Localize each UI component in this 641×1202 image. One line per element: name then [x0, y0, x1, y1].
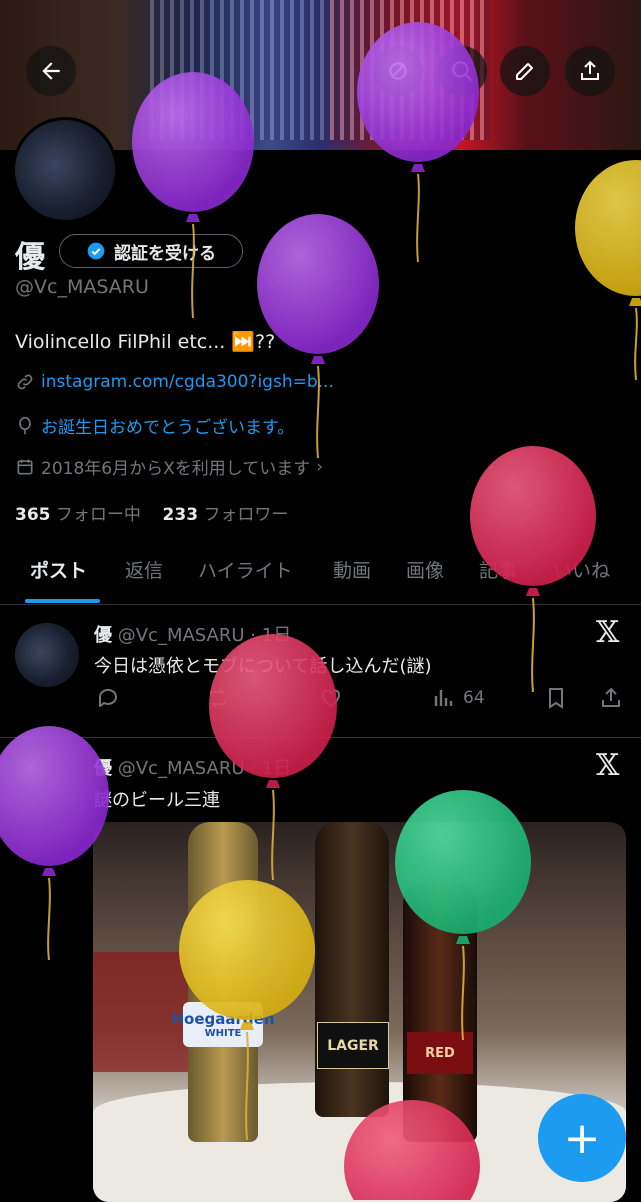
- repost-button[interactable]: [206, 686, 230, 710]
- following-count: 365: [15, 505, 51, 525]
- reply-icon: [98, 688, 117, 707]
- profile-handle: @Vc_MASARU: [15, 276, 149, 298]
- following-link[interactable]: 365 フォロー中: [15, 505, 141, 525]
- post-time: 1日: [261, 758, 292, 779]
- bottle-hoegaarden: [188, 822, 258, 1142]
- label-hoegaarden: Hoegaarden WHITE: [172, 1002, 275, 1047]
- tab-videos[interactable]: 動画: [333, 556, 371, 583]
- profile-link-row[interactable]: instagram.com/cgda300?igsh=b...: [15, 372, 334, 392]
- following-label: フォロー中: [55, 505, 141, 525]
- x-logo-icon: 𝕏: [596, 748, 620, 783]
- post-header: 優 @Vc_MASARU · 1日: [94, 754, 291, 780]
- post-author-name: 優: [94, 625, 112, 646]
- repost-icon: [210, 688, 226, 708]
- share-icon: [581, 60, 599, 80]
- post-text: 今日は憑依とモブについて話し込んだ(謎): [94, 656, 432, 677]
- heart-icon: [322, 689, 340, 708]
- label-red: RED: [407, 1032, 473, 1074]
- post-author-name: 優: [94, 758, 112, 779]
- share-icon: [602, 687, 620, 707]
- post-actions: 64: [94, 686, 624, 716]
- post-separator: ·: [250, 625, 257, 646]
- post-author-handle: @Vc_MASARU: [117, 758, 245, 779]
- arrow-left-icon: [42, 62, 60, 80]
- tab-replies[interactable]: 返信: [125, 556, 163, 583]
- profile-avatar[interactable]: [12, 117, 118, 223]
- profile-name: 優: [15, 240, 45, 275]
- reply-button[interactable]: [96, 686, 120, 710]
- like-button[interactable]: [319, 686, 343, 710]
- profile-link[interactable]: instagram.com/cgda300?igsh=b...: [41, 372, 334, 392]
- search-icon: [452, 61, 473, 82]
- back-button[interactable]: [26, 46, 76, 96]
- followers-count: 233: [162, 505, 199, 525]
- followers-link[interactable]: 233 フォロワー: [163, 505, 289, 525]
- post-time: 1日: [261, 625, 292, 646]
- bookmark-icon: [549, 688, 563, 709]
- label-white-text: WHITE: [204, 1028, 242, 1039]
- post-share-button[interactable]: [599, 686, 623, 710]
- tab-likes[interactable]: いいね: [553, 556, 610, 583]
- search-button[interactable]: [437, 46, 487, 96]
- share-button[interactable]: [565, 46, 615, 96]
- calendar-icon: [17, 459, 33, 474]
- label-lager: LAGER: [317, 1022, 389, 1069]
- post-header: 優 @Vc_MASARU · 1日: [94, 621, 291, 647]
- follow-stats: 365 フォロー中 233 フォロワー: [15, 500, 288, 525]
- analytics-icon: [434, 690, 453, 706]
- tab-highlights[interactable]: ハイライト: [198, 556, 293, 583]
- post-separator: ·: [250, 758, 257, 779]
- active-tab-indicator: [25, 599, 100, 603]
- edit-profile-button[interactable]: [500, 46, 550, 96]
- birthday-row: お誕生日おめでとうございます。: [15, 413, 294, 438]
- balloon-yellow: [575, 160, 641, 381]
- pencil-icon: [516, 63, 533, 80]
- post-author-handle: @Vc_MASARU: [117, 625, 245, 646]
- chevron-right-icon: ›: [316, 456, 324, 477]
- bookmark-button[interactable]: [544, 686, 568, 710]
- get-verified-button[interactable]: 認証を受ける: [59, 234, 243, 268]
- tab-articles[interactable]: 記事: [479, 556, 517, 583]
- birthday-text: お誕生日おめでとうございます。: [41, 418, 295, 438]
- joined-row[interactable]: 2018年6月からXを利用しています ›: [15, 454, 323, 479]
- link-icon: [17, 374, 33, 390]
- views-count: 64: [463, 688, 485, 708]
- verified-badge-icon: [87, 242, 105, 260]
- tab-images[interactable]: 画像: [406, 556, 444, 583]
- post-text: 謎のビール三連: [94, 790, 220, 811]
- grok-icon: [389, 62, 407, 80]
- bottle-red: [403, 882, 477, 1142]
- followers-label: フォロワー: [203, 505, 289, 525]
- grok-button[interactable]: [373, 46, 423, 96]
- bottle-lager: [315, 822, 389, 1117]
- profile-bio: Violincello FilPhil etc... ⏭️??: [15, 331, 276, 353]
- post-avatar[interactable]: [15, 623, 79, 687]
- profile-tabs: ポスト 返信 ハイライト 動画 画像 記事 いいね: [0, 550, 641, 605]
- x-logo-icon: 𝕏: [596, 615, 620, 650]
- views-button[interactable]: 64: [431, 686, 485, 710]
- balloon-icon: [19, 416, 31, 434]
- joined-date: 2018年6月からXを利用しています: [41, 459, 311, 479]
- compose-post-button[interactable]: +: [538, 1094, 626, 1182]
- label-hoegaarden-text: Hoegaarden: [171, 1010, 275, 1028]
- plus-icon: +: [563, 1112, 601, 1164]
- tab-posts[interactable]: ポスト: [30, 556, 87, 583]
- get-verified-label: 認証を受ける: [114, 243, 216, 264]
